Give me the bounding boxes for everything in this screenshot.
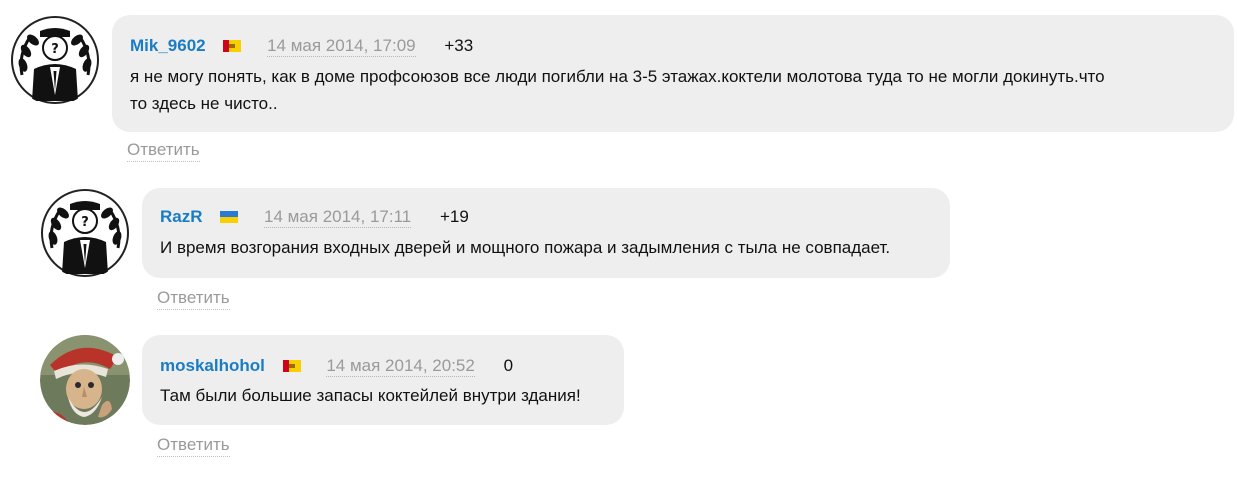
santa-portrait-avatar[interactable] (40, 335, 130, 425)
author-link[interactable]: moskalhohol (160, 356, 265, 375)
comment-text: Там были большие запасы коктейлей внутри… (160, 382, 581, 409)
comment-meta: moskalhohol 14 мая 2014, 20:52 0 (160, 355, 513, 377)
comment-date[interactable]: 14 мая 2014, 20:52 (326, 356, 475, 377)
comment-score: 0 (503, 356, 514, 375)
moldova-flag-icon (282, 360, 301, 372)
comment-bubble: moskalhohol 14 мая 2014, 20:52 0 Там был… (142, 335, 624, 425)
comment-3: moskalhohol 14 мая 2014, 20:52 0 Там был… (0, 0, 1237, 480)
reply-button[interactable]: Ответить (157, 434, 230, 457)
comment-text-line: Там были большие запасы коктейлей внутри… (160, 386, 581, 405)
